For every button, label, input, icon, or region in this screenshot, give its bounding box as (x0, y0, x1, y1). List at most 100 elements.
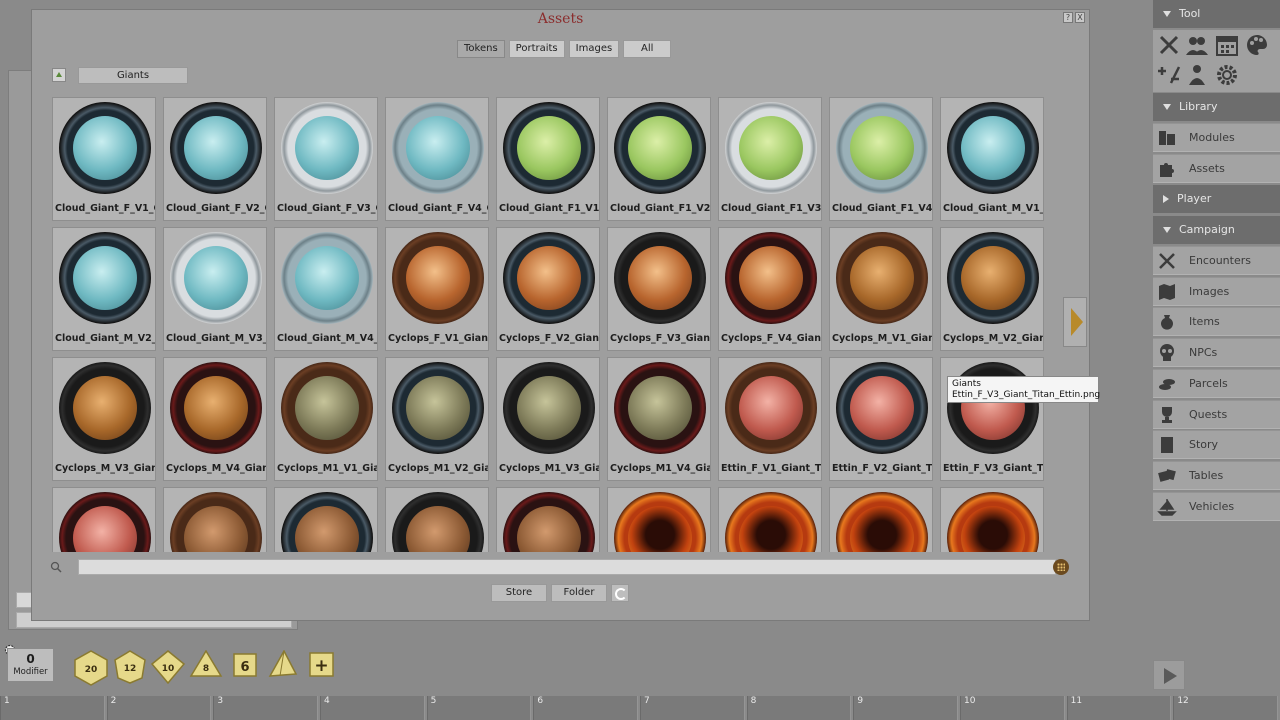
gear-icon[interactable] (1215, 63, 1239, 87)
asset-tile[interactable]: Ettin_F_V2_Giant_Tita (829, 357, 933, 481)
store-button[interactable]: Store (491, 584, 547, 602)
sidebar-item-tables[interactable]: Tables (1153, 460, 1280, 490)
play-icon[interactable] (1153, 660, 1185, 690)
asset-tile[interactable]: Cloud_Giant_M_V3_Gi (163, 227, 267, 351)
asset-tile[interactable]: Cyclops_M_V1_Giant_ (829, 227, 933, 351)
asset-tile[interactable]: Cloud_Giant_F1_V2_G (607, 97, 711, 221)
asset-tile[interactable]: Cyclops_M_V3_Giant_ (52, 357, 156, 481)
refresh-icon[interactable] (611, 584, 629, 602)
add-die-icon[interactable]: + (309, 650, 335, 678)
sidebar-item-items[interactable]: Items (1153, 307, 1280, 337)
hotkey-slot[interactable]: 5 (426, 696, 532, 720)
hotkey-slot[interactable]: 10 (960, 696, 1065, 720)
sidebar-item-vehicles[interactable]: Vehicles (1153, 491, 1280, 521)
search-input[interactable] (78, 559, 1056, 575)
asset-tile-label: Cloud_Giant_M_V2_Gi (55, 333, 155, 344)
next-page-arrow[interactable] (1063, 297, 1087, 347)
party-icon[interactable] (1185, 33, 1209, 57)
sidebar-section-campaign[interactable]: Campaign (1153, 216, 1280, 244)
asset-tile[interactable]: Cloud_Giant_F_V1_Gi (52, 97, 156, 221)
tab-portraits[interactable]: Portraits (508, 40, 565, 58)
sidebar-section-tool[interactable]: Tool (1153, 0, 1280, 28)
hotkey-number: 6 (537, 696, 544, 706)
asset-tile[interactable]: Cyclops_F_V2_Giant_T (496, 227, 600, 351)
asset-tile[interactable] (496, 487, 600, 552)
palette-icon[interactable] (1245, 33, 1269, 57)
asset-tile[interactable] (607, 487, 711, 552)
asset-tile[interactable]: Cloud_Giant_M_V1_Gi (940, 97, 1044, 221)
sidebar-item-parcels[interactable]: Parcels (1153, 368, 1280, 398)
modifier-box[interactable]: 0 Modifier (7, 648, 54, 682)
tooltip: Giants Ettin_F_V3_Giant_Titan_Ettin.png (947, 376, 1100, 403)
asset-tile[interactable]: Cloud_Giant_F1_V3_G (718, 97, 822, 221)
token-image (170, 232, 262, 324)
modifier-icon[interactable] (1157, 63, 1181, 87)
asset-tile[interactable] (163, 487, 267, 552)
calendar-icon[interactable] (1215, 33, 1239, 57)
hotkey-slot[interactable]: 6 (533, 696, 638, 720)
asset-tile[interactable] (385, 487, 489, 552)
asset-tile[interactable]: Cloud_Giant_F1_V1_G (496, 97, 600, 221)
asset-tile[interactable]: Cloud_Giant_F_V2_Gi (163, 97, 267, 221)
asset-tile[interactable]: Cyclops_F_V1_Giant_T (385, 227, 489, 351)
asset-tile[interactable]: Cyclops_M_V4_Giant_ (163, 357, 267, 481)
grid-view-icon[interactable] (1053, 559, 1069, 575)
current-folder-button[interactable]: Giants (78, 67, 188, 84)
hotkey-slot[interactable]: 12 (1173, 696, 1278, 720)
help-button[interactable]: ? (1063, 12, 1073, 23)
sidebar-item-modules[interactable]: Modules (1153, 123, 1280, 152)
asset-tile[interactable]: Cloud_Giant_F_V3_Gi (274, 97, 378, 221)
hotkey-slot[interactable]: 1 (0, 696, 105, 720)
die-label: 20 (85, 665, 98, 675)
d12-die-icon[interactable]: 12 (112, 650, 148, 684)
asset-tile[interactable]: Cyclops_M1_V3_Giant (496, 357, 600, 481)
tab-images[interactable]: Images (568, 40, 620, 58)
d10-die-icon[interactable]: 10 (150, 650, 186, 684)
asset-tile[interactable]: Cloud_Giant_F1_V4_G (829, 97, 933, 221)
asset-tile-label: Cyclops_F_V3_Giant_T (610, 333, 710, 344)
hotkey-slot[interactable]: 4 (320, 696, 425, 720)
asset-tile[interactable] (940, 487, 1044, 552)
token-image (947, 232, 1039, 324)
sidebar-section-library[interactable]: Library (1153, 93, 1280, 121)
sidebar-item-quests[interactable]: Quests (1153, 399, 1280, 429)
asset-tile[interactable]: Cyclops_F_V3_Giant_T (607, 227, 711, 351)
sidebar-item-images[interactable]: Images (1153, 276, 1280, 306)
folder-up-button[interactable] (52, 68, 66, 82)
hotkey-slot[interactable]: 8 (746, 696, 852, 720)
asset-tile[interactable] (274, 487, 378, 552)
d6-die-icon[interactable]: 6 (233, 650, 257, 680)
folder-button[interactable]: Folder (551, 584, 607, 602)
asset-tile[interactable]: Cyclops_M1_V4_Giant (607, 357, 711, 481)
crossed-swords-icon[interactable] (1157, 33, 1181, 57)
asset-tile[interactable]: Cyclops_M_V2_Giant_ (940, 227, 1044, 351)
sidebar-item-assets[interactable]: Assets (1153, 154, 1280, 183)
hotkey-slot[interactable]: 7 (640, 696, 745, 720)
asset-tile[interactable]: Cloud_Giant_M_V2_Gi (52, 227, 156, 351)
d4-die-icon[interactable] (266, 650, 298, 680)
close-button[interactable]: X (1075, 12, 1085, 23)
asset-tile[interactable] (829, 487, 933, 552)
hotkey-slot[interactable]: 2 (106, 696, 212, 720)
asset-tile[interactable]: Cloud_Giant_M_V4_Gi (274, 227, 378, 351)
asset-tile[interactable] (718, 487, 822, 552)
asset-tile[interactable]: Cyclops_M1_V2_Giant (385, 357, 489, 481)
tab-tokens[interactable]: Tokens (457, 40, 505, 58)
asset-tile[interactable]: Cloud_Giant_F_V4_Gi (385, 97, 489, 221)
hotkey-slot[interactable]: 3 (213, 696, 318, 720)
sidebar-section-player[interactable]: Player (1153, 185, 1280, 213)
character-icon[interactable] (1185, 63, 1209, 87)
sidebar-item-npcs[interactable]: NPCs (1153, 338, 1280, 368)
d8-die-icon[interactable]: 8 (189, 650, 223, 684)
asset-tile[interactable] (52, 487, 156, 552)
hotkey-slot[interactable]: 11 (1066, 696, 1172, 720)
d20-die-icon[interactable]: 20 (72, 650, 110, 686)
sidebar-item-story[interactable]: Story (1153, 430, 1280, 460)
sidebar-item-encounters[interactable]: Encounters (1153, 246, 1280, 275)
hotkey-slot[interactable]: 9 (853, 696, 958, 720)
asset-tile[interactable]: Ettin_F_V1_Giant_Tita (718, 357, 822, 481)
tab-all[interactable]: All (623, 40, 672, 58)
asset-tile-label: Cloud_Giant_F_V2_Gi (166, 203, 266, 214)
asset-tile[interactable]: Cyclops_F_V4_Giant_T (718, 227, 822, 351)
asset-tile[interactable]: Cyclops_M1_V1_Giant (274, 357, 378, 481)
